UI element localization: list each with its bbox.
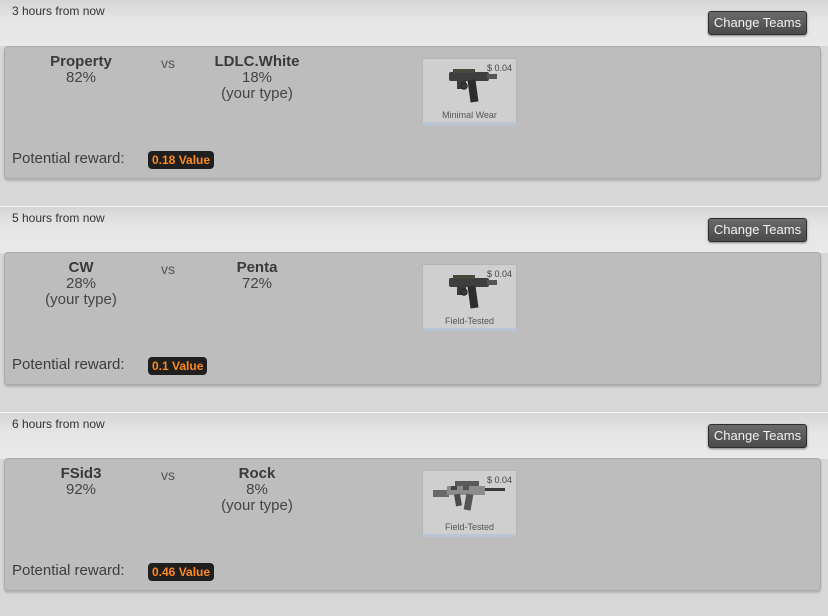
team-percent: 18%	[241, 69, 273, 86]
pistol-icon	[449, 275, 497, 309]
team-right[interactable]: Penta 72%	[187, 260, 327, 292]
reward-label: Potential reward:	[12, 356, 125, 373]
pistol-icon	[449, 69, 497, 103]
item-card[interactable]: $ 0.04 Field-Tested	[422, 264, 517, 331]
vs-label: vs	[161, 467, 175, 483]
your-type-note: (your type)	[45, 291, 117, 308]
team-percent: 8%	[246, 481, 268, 498]
team-left[interactable]: CW 28% (your type)	[11, 260, 151, 308]
team-percent: 92%	[65, 481, 97, 498]
match-time: 6 hours from now	[12, 417, 105, 431]
match-time: 5 hours from now	[12, 211, 105, 225]
item-card[interactable]: $ 0.04 Field-Tested	[422, 470, 517, 537]
change-teams-button[interactable]: Change Teams	[708, 424, 807, 448]
match-panel: FSid3 92% vs Rock 8% (your type) $ 0.04 …	[4, 458, 821, 591]
team-left[interactable]: Property 82%	[11, 54, 151, 86]
match-time: 3 hours from now	[12, 4, 105, 18]
your-type-note: (your type)	[221, 85, 293, 102]
match-card: 6 hours from now Change Teams FSid3 92% …	[0, 412, 828, 616]
reward-value-badge: 0.18 Value	[148, 151, 215, 169]
item-wear: Minimal Wear	[442, 110, 497, 120]
team-name: LDLC.White	[214, 53, 300, 70]
match-card: 5 hours from now Change Teams CW 28% (yo…	[0, 206, 828, 410]
match-header: 3 hours from now Change Teams	[0, 0, 828, 46]
reward-label: Potential reward:	[12, 150, 125, 167]
team-percent: 72%	[241, 275, 273, 292]
match-panel: CW 28% (your type) vs Penta 72% $ 0.04 F…	[4, 252, 821, 385]
match-header: 6 hours from now Change Teams	[0, 412, 828, 459]
item-wear: Field-Tested	[444, 316, 495, 326]
change-teams-button[interactable]: Change Teams	[708, 11, 807, 35]
team-name: Property	[50, 53, 112, 70]
rifle-icon	[433, 481, 505, 511]
team-name: Rock	[238, 465, 276, 482]
reward-value-badge: 0.46 Value	[148, 563, 215, 581]
your-type-note: (your type)	[221, 497, 293, 514]
match-header: 5 hours from now Change Teams	[0, 206, 828, 253]
team-percent: 82%	[65, 69, 97, 86]
team-right[interactable]: Rock 8% (your type)	[187, 466, 327, 514]
reward-value-badge: 0.1 Value	[148, 357, 208, 375]
team-percent: 28%	[65, 275, 97, 292]
change-teams-button[interactable]: Change Teams	[708, 218, 807, 242]
reward-label: Potential reward:	[12, 562, 125, 579]
team-name: FSid3	[60, 465, 102, 482]
item-card[interactable]: $ 0.04 Minimal Wear	[422, 58, 517, 125]
team-name: Penta	[236, 259, 278, 276]
team-name: CW	[68, 259, 94, 276]
team-left[interactable]: FSid3 92%	[11, 466, 151, 498]
item-wear: Field-Tested	[444, 522, 495, 532]
team-right[interactable]: LDLC.White 18% (your type)	[187, 54, 327, 102]
vs-label: vs	[161, 261, 175, 277]
vs-label: vs	[161, 55, 175, 71]
match-panel: Property 82% vs LDLC.White 18% (your typ…	[4, 46, 821, 179]
match-card: 3 hours from now Change Teams Property 8…	[0, 0, 828, 204]
